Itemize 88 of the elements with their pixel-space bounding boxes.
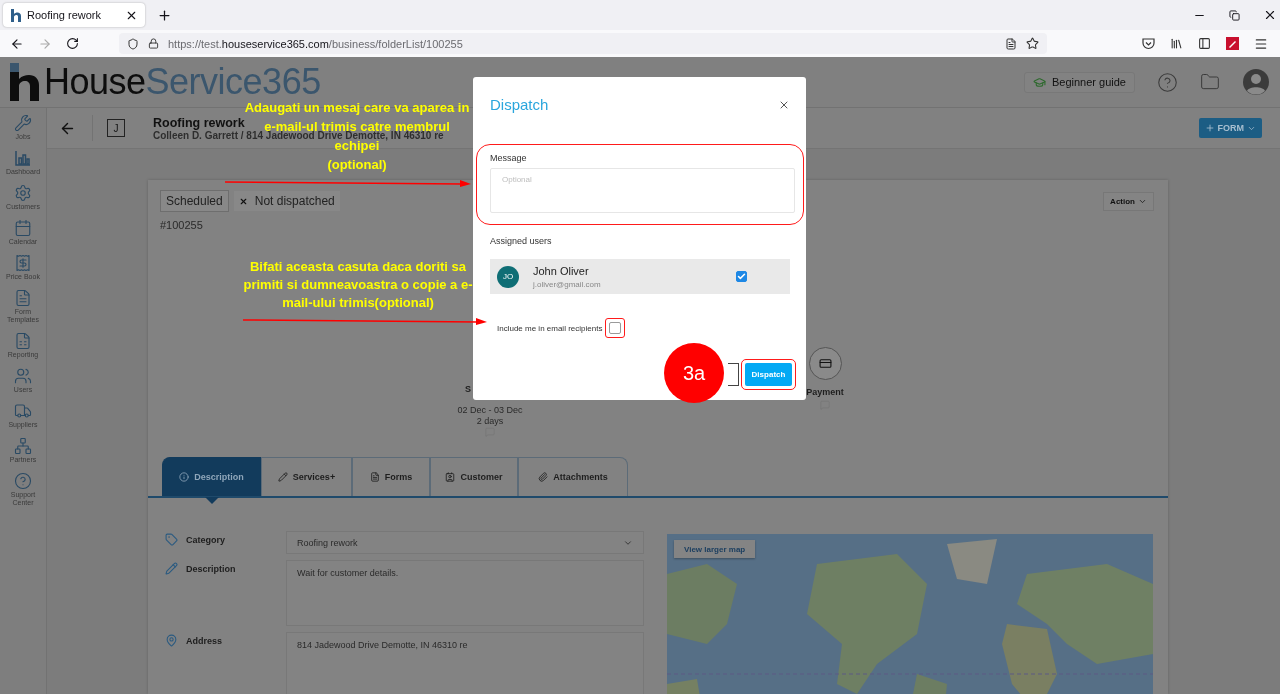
step-label: Payment (806, 387, 844, 398)
step-circle[interactable] (808, 347, 842, 380)
gear-icon (14, 184, 32, 202)
field-label: Category (186, 534, 225, 545)
folder-icon[interactable] (1200, 72, 1220, 92)
graduation-cap-icon (1033, 75, 1046, 89)
category-select[interactable]: Roofing rework (286, 531, 644, 554)
calendar-icon (14, 219, 32, 237)
annotation-text: Adaugati un mesaj care va aparea in (244, 100, 470, 115)
text-area[interactable]: Wait for customer details. (286, 560, 644, 626)
avatar-icon[interactable] (1242, 68, 1270, 96)
action-button[interactable]: Action (1103, 191, 1154, 211)
site-logo-icon (10, 8, 21, 22)
logo-text: HouseService365 (44, 61, 321, 103)
dialog-title: Dispatch (490, 96, 549, 113)
tab[interactable]: Attachments (518, 457, 628, 496)
help-icon (14, 472, 32, 490)
receipt-icon (14, 254, 32, 272)
browser-tab[interactable]: Roofing rework (3, 3, 145, 27)
annotation-text: echipei (334, 138, 380, 153)
help-icon[interactable] (1157, 71, 1178, 93)
paperclip-icon (538, 472, 549, 482)
id-card-icon (445, 472, 456, 482)
user-name: John Oliver (533, 264, 590, 277)
field-label: Address (186, 635, 222, 646)
plus-icon (1204, 123, 1215, 133)
users-icon (14, 367, 32, 385)
close-window-icon[interactable] (1263, 8, 1277, 22)
form-button[interactable]: FORM (1198, 118, 1262, 138)
truck-icon (14, 402, 32, 420)
tools-icon (14, 114, 32, 132)
step-label: S (465, 384, 471, 395)
map-pin-icon (165, 634, 178, 647)
view-map-button[interactable]: View larger map (674, 540, 756, 558)
annotation-text: primiti si dumneavoastra o copie a e- (243, 277, 473, 292)
pencil-icon (277, 472, 288, 482)
reader-view-icon[interactable] (1005, 37, 1017, 50)
checkbox-label: Include me in email recipients (497, 323, 603, 333)
info-icon (179, 472, 190, 482)
tab[interactable]: Forms (352, 457, 430, 496)
library-icon[interactable] (1170, 37, 1183, 50)
user-email: j.oliver@gmail.com (533, 279, 602, 289)
tag-icon (165, 533, 178, 546)
extension-icon[interactable] (1226, 37, 1239, 50)
document-icon (369, 472, 380, 482)
section-label: Assigned users (490, 236, 553, 246)
text-area[interactable]: 814 Jadewood Drive Demotte, IN 46310 re (286, 632, 644, 694)
status-chip: Scheduled (160, 190, 229, 212)
address-bar[interactable]: https://test.houseservice365.com/business/folderList/100255 (119, 33, 1047, 54)
lock-icon (148, 38, 159, 49)
job-number: #100255 (160, 219, 204, 231)
status-chip: Not dispatched (232, 190, 341, 212)
user-row[interactable]: JO John Oliver j.oliver@gmail.com (490, 259, 790, 294)
document-icon (14, 289, 32, 307)
user-avatar: JO (497, 265, 519, 288)
guide-button[interactable]: Beginner guide (1024, 71, 1135, 93)
reload-icon[interactable] (66, 37, 79, 50)
pocket-icon[interactable] (1142, 37, 1155, 50)
job-badge: J (107, 119, 125, 137)
network-icon (14, 437, 32, 455)
dispatch-button[interactable]: Dispatch (745, 363, 792, 386)
annotation-text: (optional) (327, 157, 387, 172)
annotation-text: mail-ului trimis(optional) (282, 295, 434, 310)
job-title: Roofing rework (153, 115, 245, 130)
sidebar-icon[interactable] (1198, 37, 1211, 50)
field-label: Description (186, 563, 236, 574)
spreadsheet-icon (14, 332, 32, 350)
cross-icon (238, 196, 248, 206)
back-icon[interactable] (10, 36, 24, 51)
step-duration: 2 days (476, 416, 504, 427)
secondary-button[interactable] (728, 363, 739, 386)
menu-icon[interactable] (1254, 36, 1268, 51)
bookmark-icon[interactable] (1026, 37, 1039, 50)
tab-pointer (204, 497, 219, 504)
tab[interactable]: Customer (430, 457, 518, 496)
restore-icon[interactable] (1229, 9, 1240, 21)
field-label: Message (490, 153, 528, 163)
message-field[interactable]: Optional (490, 168, 795, 213)
tab[interactable]: Services+ (261, 457, 352, 496)
shield-icon (127, 37, 139, 50)
logo-mark-icon (8, 63, 40, 101)
bar-chart-icon (14, 149, 32, 167)
card-icon (818, 357, 832, 370)
checkbox[interactable] (736, 271, 747, 282)
annotation-text: Bifati aceasta casuta daca doriti sa (249, 259, 466, 274)
pencil-icon (165, 562, 178, 575)
new-tab-icon[interactable] (157, 7, 172, 23)
step-dates: 02 Dec - 03 Dec (457, 405, 523, 416)
